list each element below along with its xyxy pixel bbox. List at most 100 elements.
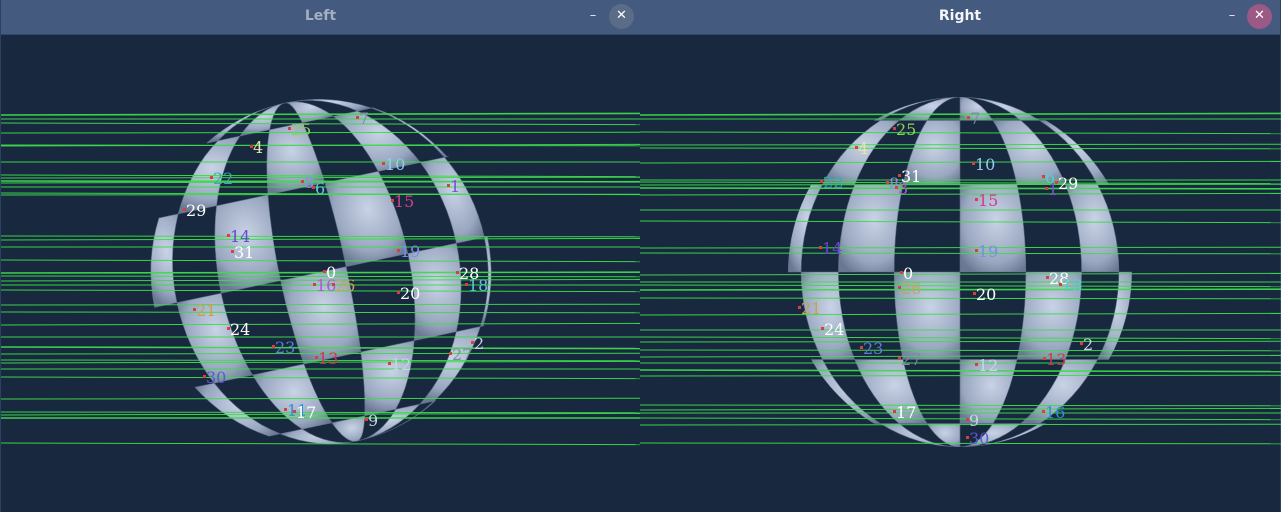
keypoint-label: 26: [901, 279, 921, 298]
epipolar-line: [640, 181, 1281, 185]
epipolar-line: [640, 284, 1281, 288]
left-titlebar[interactable]: Left – ✕: [1, 0, 640, 35]
epipolar-line: [1, 259, 641, 263]
sphere-patch: [1097, 271, 1132, 360]
keypoint-label: 1: [450, 177, 460, 196]
keypoint-label: 14: [822, 239, 842, 258]
keypoint-label: 25: [291, 120, 311, 139]
keypoint-label: 29: [186, 201, 206, 220]
keypoint-label: 26: [335, 276, 355, 295]
keypoint-label: 20: [400, 284, 420, 303]
left-stereo-image: 72541022 8 6151291431 190162628182021242313…: [1, 98, 641, 446]
right-image-view: 7 25 4 31 10 6 29 22 8 3 15 1 14 19 0 26 20 28 18 21 24 23 27 1…: [640, 35, 1281, 512]
epipolar-line: [640, 336, 1281, 340]
keypoint-label: 13: [1046, 350, 1066, 369]
keypoint-label: 29: [1058, 174, 1078, 193]
epipolar-line: [1, 235, 641, 238]
sphere-patch: [324, 171, 409, 268]
keypoint-label: 12: [978, 356, 998, 375]
keypoint-label: 18: [468, 276, 488, 295]
keypoint-label: 7: [970, 109, 980, 128]
keypoint-label: 13: [318, 349, 338, 368]
right-window-title: Right: [938, 8, 982, 24]
epipolar-line: [640, 131, 1281, 135]
keypoint-label: 19: [978, 242, 998, 261]
keypoint-label: 30: [969, 429, 989, 448]
left-window: Left – ✕ 7 25 4 10 22 8 6 15 1 29 14 31 19 0 16 26 28 18 2…: [0, 0, 641, 512]
epipolar-line: [640, 272, 1281, 276]
keypoint-label: 17: [896, 403, 916, 422]
keypoint-label: 15: [978, 191, 998, 210]
keypoint-label: 19: [400, 242, 420, 261]
right-stereo-image: 725431106 2922 8315114 19026 20281821242327 1…: [640, 97, 1281, 448]
epipolar-line: [640, 160, 1281, 164]
right-close-button[interactable]: ✕: [1247, 4, 1272, 29]
epipolar-line: [640, 423, 1281, 426]
keypoint-label: 20: [976, 285, 996, 304]
keypoint-label: 7: [359, 109, 369, 128]
epipolar-line: [640, 183, 1281, 186]
epipolar-line: [640, 143, 1281, 146]
keypoint-label: 24: [824, 320, 844, 339]
sphere-patch: [1064, 184, 1120, 273]
keypoint-label: 25: [896, 120, 916, 139]
keypoint-label: 21: [196, 301, 216, 320]
sphere-patch: [788, 184, 823, 273]
sphere-patch: [332, 110, 421, 172]
left-minimize-button[interactable]: –: [585, 9, 601, 25]
epipolar-line: [640, 340, 1281, 343]
keypoint-label: 17: [296, 403, 316, 422]
keypoint-label: 9: [969, 411, 979, 430]
keypoint-label: 9: [368, 411, 378, 430]
epipolar-line: [640, 374, 1281, 377]
keypoint-label: 15: [394, 192, 414, 211]
epipolar-line: [640, 297, 1281, 300]
right-titlebar[interactable]: Right – ✕: [640, 0, 1280, 35]
right-minimize-button[interactable]: –: [1224, 9, 1240, 25]
keypoint-label: 23: [863, 339, 883, 358]
keypoint-label: 21: [801, 299, 821, 318]
keypoint-label: 22: [823, 173, 843, 192]
epipolar-line: [1, 112, 641, 116]
epipolar-line: [640, 147, 1281, 150]
epipolar-line: [640, 187, 1281, 190]
epipolar-line: [1, 131, 641, 134]
keypoint-label: 22: [213, 169, 233, 188]
epipolar-line: [640, 246, 1281, 249]
keypoint-label: 18: [1062, 276, 1082, 295]
left-image-view: 7 25 4 10 22 8 6 15 1 29 14 31 19 0 16 26 28 18 20 21 24 23 13…: [1, 35, 641, 512]
epipolar-line: [1, 122, 641, 126]
keypoint-label: 6: [315, 179, 325, 198]
right-sphere: [788, 97, 1132, 447]
keypoint-label: 10: [975, 155, 995, 174]
keypoint-label: 2: [474, 334, 484, 353]
keypoint-label: 16: [1045, 403, 1065, 422]
epipolar-line: [1, 237, 641, 241]
epipolar-line: [1, 376, 641, 380]
keypoint-label: 2: [1083, 335, 1093, 354]
epipolar-line: [1, 303, 641, 306]
epipolar-line: [640, 354, 1281, 358]
keypoint-label: 23: [275, 338, 295, 357]
keypoint-label: 4: [858, 139, 868, 158]
epipolar-line: [1, 397, 641, 400]
left-close-button[interactable]: ✕: [609, 4, 634, 29]
sphere-patch: [419, 156, 485, 244]
keypoint-label: 24: [230, 320, 250, 339]
epipolar-line: [640, 369, 1281, 373]
right-window: Right – ✕ 7 25 4 31 10 6 29 22 8 3 15 1 14 19 0 26 20 28 1…: [640, 0, 1281, 512]
keypoint-label: 4: [253, 138, 263, 157]
epipolar-line: [640, 349, 1281, 352]
sphere-patch: [331, 415, 366, 442]
sphere-patch: [838, 184, 904, 273]
epipolar-line: [640, 404, 1281, 407]
left-window-title: Left: [304, 8, 337, 24]
epipolar-line: [1, 176, 641, 179]
epipolar-line: [1, 411, 641, 414]
epipolar-line: [1, 311, 641, 314]
keypoint-label: 30: [206, 368, 226, 387]
epipolar-line: [1, 271, 641, 274]
epipolar-line: [640, 312, 1281, 316]
keypoint-label: 12: [391, 355, 411, 374]
epipolar-line: [640, 112, 1281, 116]
